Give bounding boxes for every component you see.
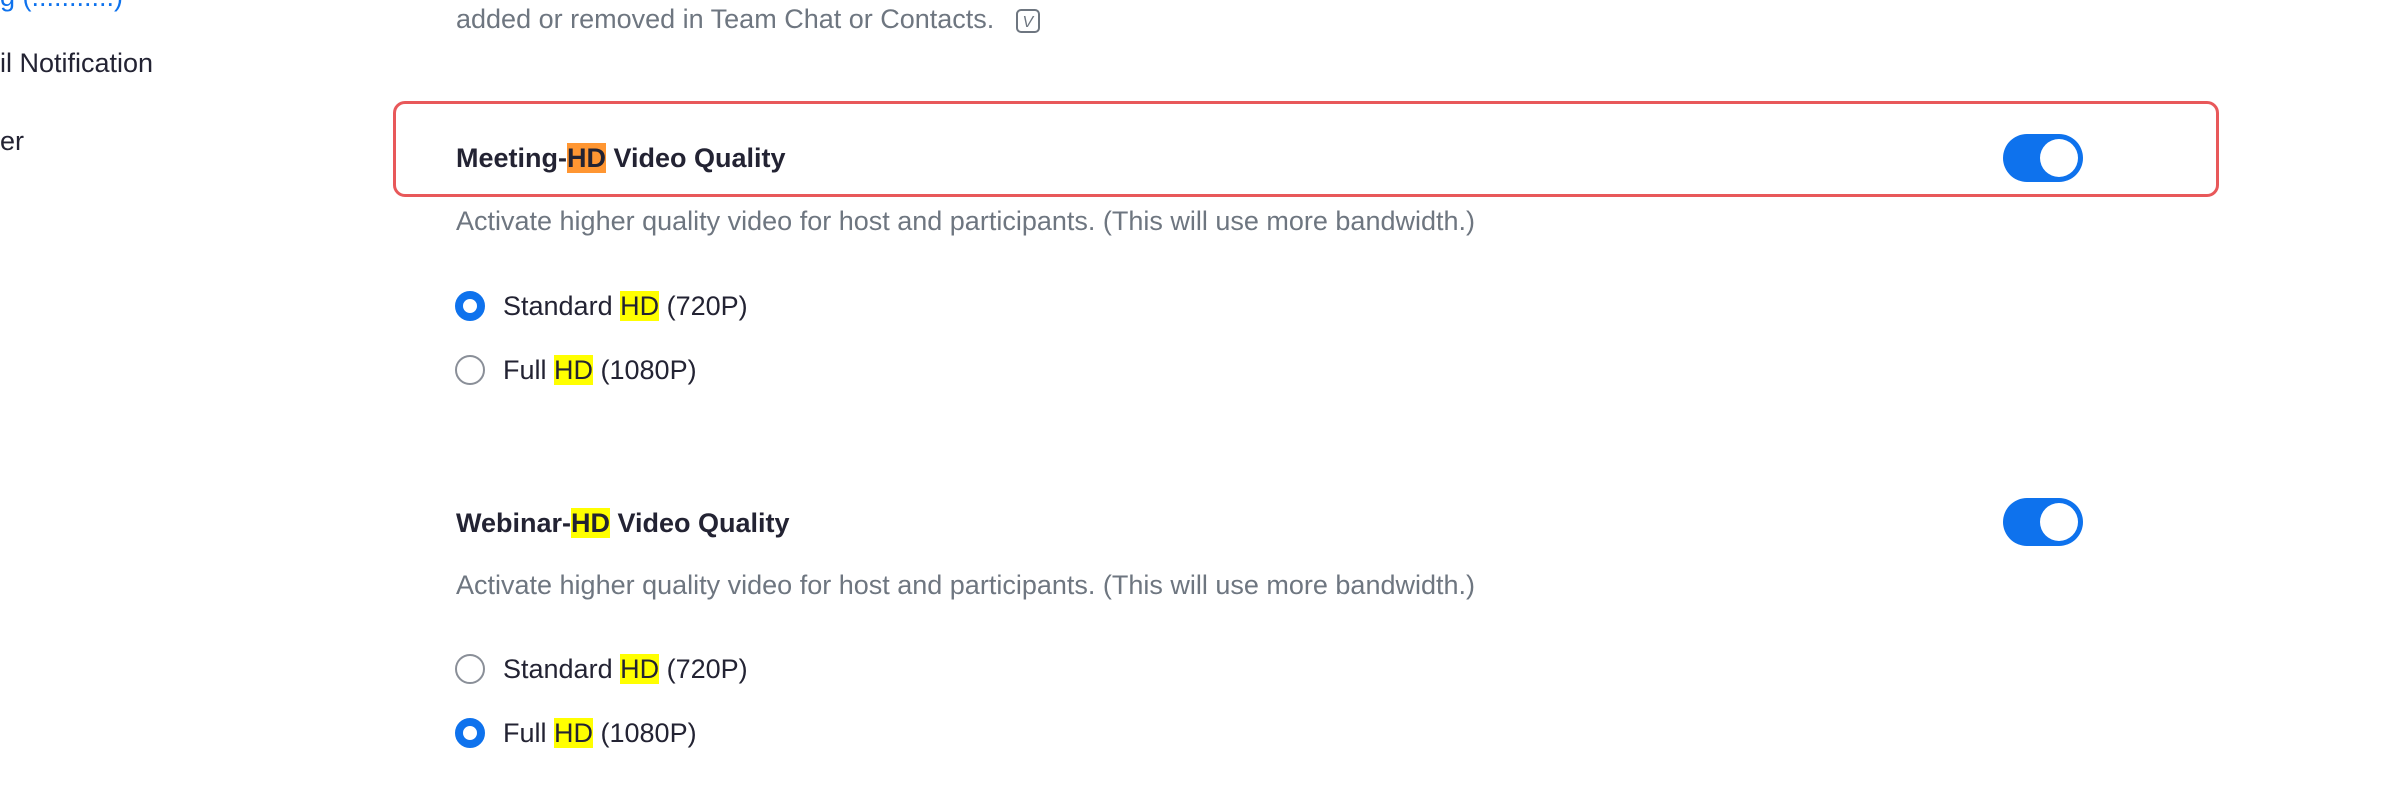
option-suffix: (1080P) [593, 717, 697, 748]
v-badge-icon: V [1015, 8, 1040, 33]
webinar-standard-hd-option[interactable]: Standard HD (720P) [455, 652, 748, 686]
option-suffix: (720P) [659, 290, 748, 321]
settings-content: added or removed in Team Chat or Contact… [0, 0, 2390, 804]
toggle-knob [2040, 503, 2078, 541]
radio-label: Full HD (1080P) [503, 717, 697, 749]
search-match: HD [554, 354, 594, 385]
option-prefix: Full [503, 354, 555, 385]
option-prefix: Full [503, 717, 555, 748]
meeting-title-prefix: Meeting- [456, 143, 567, 173]
meeting-hd-video-description: Activate higher quality video for host a… [456, 206, 1475, 236]
radio-button[interactable] [455, 654, 485, 684]
search-match: HD [620, 653, 660, 684]
previous-setting-description-text: added or removed in Team Chat or Contact… [456, 4, 995, 34]
radio-button-checked[interactable] [455, 718, 485, 748]
meeting-hd-video-quality-title: Meeting-HD Video Quality [456, 143, 786, 174]
radio-button-checked[interactable] [455, 291, 485, 321]
webinar-hd-video-description: Activate higher quality video for host a… [456, 570, 1475, 600]
webinar-title-suffix: Video Quality [610, 508, 790, 538]
option-prefix: Standard [503, 653, 621, 684]
meeting-standard-hd-option[interactable]: Standard HD (720P) [455, 289, 748, 323]
option-prefix: Standard [503, 290, 621, 321]
option-suffix: (1080P) [593, 354, 697, 385]
current-search-match: HD [567, 143, 606, 173]
meeting-full-hd-option[interactable]: Full HD (1080P) [455, 353, 697, 387]
radio-label: Standard HD (720P) [503, 653, 748, 685]
webinar-full-hd-option[interactable]: Full HD (1080P) [455, 716, 697, 750]
search-match: HD [571, 508, 611, 538]
radio-button[interactable] [455, 355, 485, 385]
radio-label: Standard HD (720P) [503, 290, 748, 322]
search-match: HD [554, 717, 594, 748]
search-match: HD [620, 290, 660, 321]
meeting-title-suffix: Video Quality [606, 143, 786, 173]
webinar-title-prefix: Webinar- [456, 508, 572, 538]
option-suffix: (720P) [659, 653, 748, 684]
webinar-hd-video-quality-title: Webinar-HD Video Quality [456, 508, 790, 539]
radio-label: Full HD (1080P) [503, 354, 697, 386]
toggle-knob [2040, 139, 2078, 177]
meeting-hd-video-toggle[interactable] [2003, 134, 2083, 182]
webinar-hd-video-toggle[interactable] [2003, 498, 2083, 546]
previous-setting-description: added or removed in Team Chat or Contact… [456, 4, 1040, 35]
